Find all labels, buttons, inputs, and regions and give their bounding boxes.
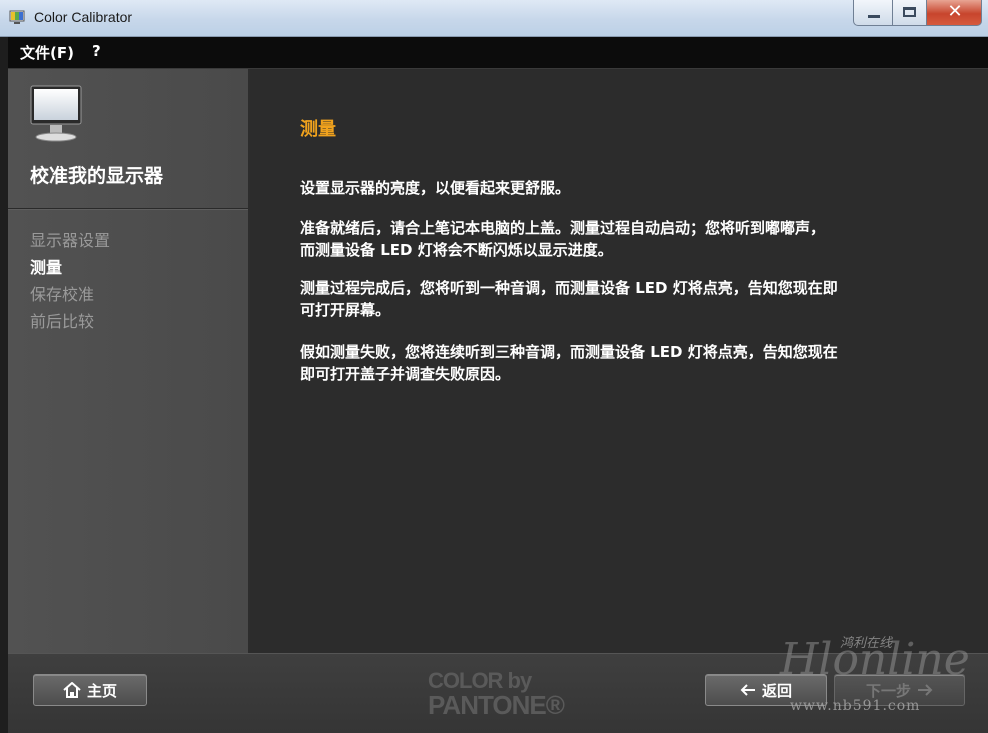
paragraph-brightness: 设置显示器的亮度，以便看起来更舒服。 xyxy=(300,179,571,197)
minimize-icon xyxy=(868,15,880,18)
step-compare[interactable]: 前后比较 xyxy=(30,308,110,335)
title-bar: Color Calibrator ✕ xyxy=(0,0,988,37)
paragraph-complete: 测量过程完成后，您将听到一种音调，而测量设备 LED 灯将点亮，告知您现在即 可… xyxy=(300,279,838,319)
sidebar-divider xyxy=(8,208,248,209)
arrow-right-icon xyxy=(918,684,933,696)
pantone-logo-line2: PANTONE® xyxy=(428,690,565,720)
menu-bar: 文件(F) ? xyxy=(8,37,988,69)
main-panel: 测量 设置显示器的亮度，以便看起来更舒服。 准备就绪后，请合上笔记本电脑的上盖。… xyxy=(250,69,988,653)
menu-file[interactable]: 文件(F) xyxy=(20,42,74,63)
close-button[interactable]: ✕ xyxy=(926,0,982,26)
menu-help[interactable]: ? xyxy=(92,42,101,60)
step-list: 显示器设置 测量 保存校准 前后比较 xyxy=(30,227,110,335)
step-save-calibration[interactable]: 保存校准 xyxy=(30,281,110,308)
home-icon xyxy=(63,682,81,698)
home-label: 主页 xyxy=(86,681,117,700)
paragraph-failure: 假如测量失败，您将连续听到三种音调，而测量设备 LED 灯将点亮，告知您现在 即… xyxy=(300,343,838,383)
paragraph-prepare: 准备就绪后，请合上笔记本电脑的上盖。测量过程自动启动；您将听到嘟嘟声， 而测量设… xyxy=(300,219,826,259)
sidebar-title: 校准我的显示器 xyxy=(30,165,164,187)
maximize-button[interactable] xyxy=(892,0,927,26)
minimize-button[interactable] xyxy=(853,0,893,26)
app-icon xyxy=(9,10,25,24)
sidebar: 校准我的显示器 显示器设置 测量 保存校准 前后比较 xyxy=(8,69,250,653)
maximize-icon xyxy=(903,7,916,17)
step-display-settings[interactable]: 显示器设置 xyxy=(30,227,110,254)
arrow-left-icon xyxy=(740,684,755,696)
monitor-icon xyxy=(30,85,82,142)
watermark-cn: 鸿利在线 xyxy=(840,636,893,651)
window-title: Color Calibrator xyxy=(34,9,133,25)
close-icon: ✕ xyxy=(947,1,963,22)
watermark-url: www.nb591.com xyxy=(790,698,921,714)
section-title: 测量 xyxy=(300,119,336,140)
step-measure[interactable]: 测量 xyxy=(30,254,110,281)
home-button[interactable]: 主页 xyxy=(33,674,147,706)
